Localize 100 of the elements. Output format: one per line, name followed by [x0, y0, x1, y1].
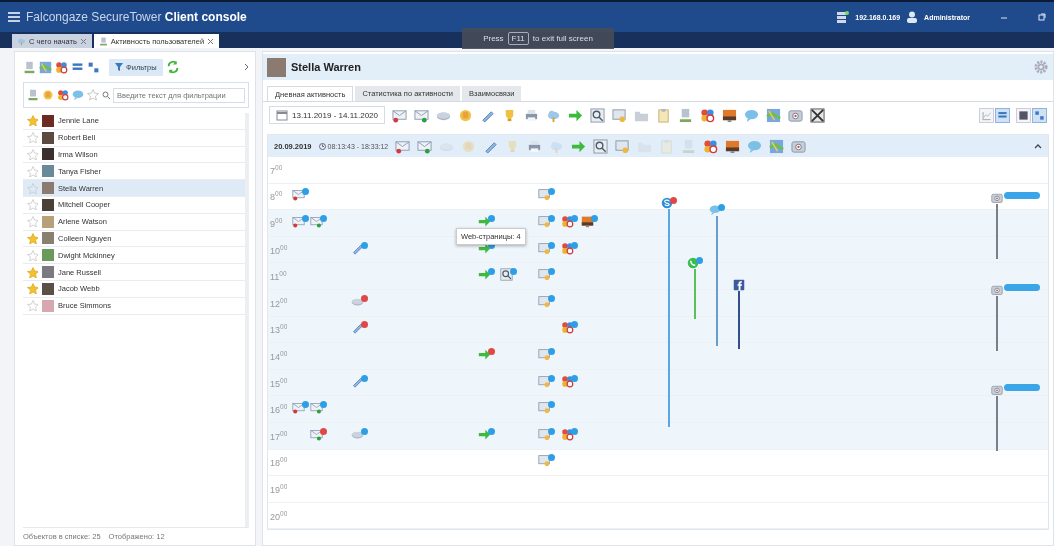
envelope-icon[interactable]: [292, 401, 305, 415]
apps-icon[interactable]: [703, 138, 719, 154]
settings-icon[interactable]: [1033, 59, 1049, 75]
star-icon[interactable]: [27, 266, 38, 278]
monitor-icon[interactable]: [538, 294, 551, 308]
session-line: [996, 204, 998, 259]
picture-icon[interactable]: [722, 107, 737, 123]
star-icon[interactable]: [27, 249, 38, 261]
date-range-field[interactable]: 13.11.2019 - 14.11.2020: [269, 106, 385, 124]
close-icon[interactable]: [79, 37, 87, 45]
view-toggle[interactable]: [979, 107, 994, 123]
star-icon[interactable]: [27, 300, 38, 312]
apps-icon[interactable]: [561, 215, 574, 228]
monitor-icon[interactable]: [538, 215, 551, 228]
apps-icon[interactable]: [561, 241, 574, 255]
time-pill: [1004, 384, 1040, 391]
envelope-icon[interactable]: [292, 188, 305, 202]
apps-icon[interactable]: [57, 89, 69, 101]
speech-bubble-icon[interactable]: [709, 204, 721, 216]
caret-icon[interactable]: [1034, 142, 1042, 150]
hour-label: 11$^{00}$: [269, 270, 288, 283]
speech-bubble-icon[interactable]: [747, 138, 763, 154]
view-toggle[interactable]: [1032, 107, 1047, 123]
hour-label: 12$^{00}$: [269, 296, 289, 309]
menu-icon[interactable]: [8, 12, 20, 22]
magnifier-icon[interactable]: [500, 268, 513, 282]
envelope-icon[interactable]: [292, 215, 305, 228]
star-icon[interactable]: [27, 199, 38, 211]
avatar-photo: [42, 215, 54, 228]
map-icon[interactable]: [766, 107, 781, 123]
cross-box-icon[interactable]: [810, 107, 825, 123]
close-icon[interactable]: [207, 37, 215, 45]
envelope-icon[interactable]: [395, 138, 411, 154]
apps-icon[interactable]: [561, 374, 574, 388]
employee-photo: [267, 57, 286, 77]
envelope-icon[interactable]: [310, 215, 323, 228]
star-icon[interactable]: [27, 115, 38, 127]
clipboard-icon[interactable]: [656, 107, 671, 123]
star-icon[interactable]: [27, 165, 38, 177]
printer-icon[interactable]: [524, 107, 539, 123]
monitor-icon[interactable]: [538, 401, 551, 415]
grid-icon[interactable]: [87, 60, 100, 74]
hour-label: 20$^{00}$: [269, 509, 289, 522]
monitor-icon[interactable]: [612, 107, 627, 123]
hour-label: 14$^{00}$: [269, 349, 289, 362]
monitor-icon[interactable]: [538, 454, 551, 468]
monitor-icon[interactable]: [538, 188, 551, 202]
magnifier-icon[interactable]: [593, 138, 609, 154]
apps-icon[interactable]: [561, 427, 574, 441]
printer-icon[interactable]: [527, 138, 543, 154]
magnifier-icon[interactable]: [590, 107, 605, 123]
computer-icon: [98, 36, 108, 46]
webcam-icon[interactable]: [991, 384, 1003, 396]
apps-icon[interactable]: [700, 107, 715, 123]
arrow-icon[interactable]: [571, 138, 587, 154]
refresh-icon[interactable]: [165, 60, 180, 74]
skype-icon[interactable]: [661, 197, 673, 209]
monitor-icon[interactable]: [615, 138, 631, 154]
map-icon[interactable]: [39, 60, 52, 74]
envelope-icon[interactable]: [310, 401, 323, 415]
arrow-icon[interactable]: [568, 107, 583, 123]
hour-label: 17$^{00}$: [269, 429, 289, 442]
view-toggle[interactable]: [995, 107, 1010, 123]
star-icon[interactable]: [27, 149, 38, 160]
usb-stick-icon[interactable]: [351, 321, 364, 335]
webcam-icon[interactable]: [991, 192, 1003, 204]
monitor-icon[interactable]: [538, 347, 551, 361]
star-icon[interactable]: [27, 132, 38, 144]
facebook-icon[interactable]: [733, 279, 745, 291]
star-icon[interactable]: [87, 89, 99, 101]
webcam-icon[interactable]: [791, 138, 807, 154]
hint-text: Press: [483, 34, 504, 43]
chevron-icon[interactable]: [244, 63, 249, 71]
speech-bubble-icon[interactable]: [72, 89, 84, 101]
computer-icon[interactable]: [678, 107, 693, 123]
apps-icon[interactable]: [561, 321, 574, 335]
monitor-icon[interactable]: [538, 374, 551, 388]
computer-icon[interactable]: [23, 60, 36, 74]
star-icon[interactable]: [27, 232, 38, 244]
monitor-icon[interactable]: [538, 427, 551, 441]
map-icon[interactable]: [769, 138, 785, 154]
monitor-icon[interactable]: [538, 268, 551, 282]
envelope-icon[interactable]: [392, 107, 407, 123]
picture-icon[interactable]: [725, 138, 741, 154]
computer-icon[interactable]: [27, 89, 39, 101]
apps-icon[interactable]: [55, 60, 68, 74]
webcam-icon[interactable]: [788, 107, 803, 123]
star-icon[interactable]: [27, 283, 38, 295]
phone-bubble-icon[interactable]: [687, 257, 699, 269]
envelope-icon[interactable]: [310, 427, 323, 441]
envelope-icon[interactable]: [414, 107, 429, 123]
view-toggle[interactable]: [1016, 107, 1031, 123]
envelope-icon[interactable]: [417, 138, 433, 154]
star-icon[interactable]: [27, 216, 38, 228]
speech-bubble-icon[interactable]: [744, 107, 759, 123]
picture-icon[interactable]: [581, 215, 594, 228]
monitor-icon[interactable]: [538, 241, 551, 255]
restore-icon[interactable]: [1038, 13, 1046, 21]
webcam-icon[interactable]: [991, 284, 1003, 296]
star-icon[interactable]: [27, 182, 38, 194]
